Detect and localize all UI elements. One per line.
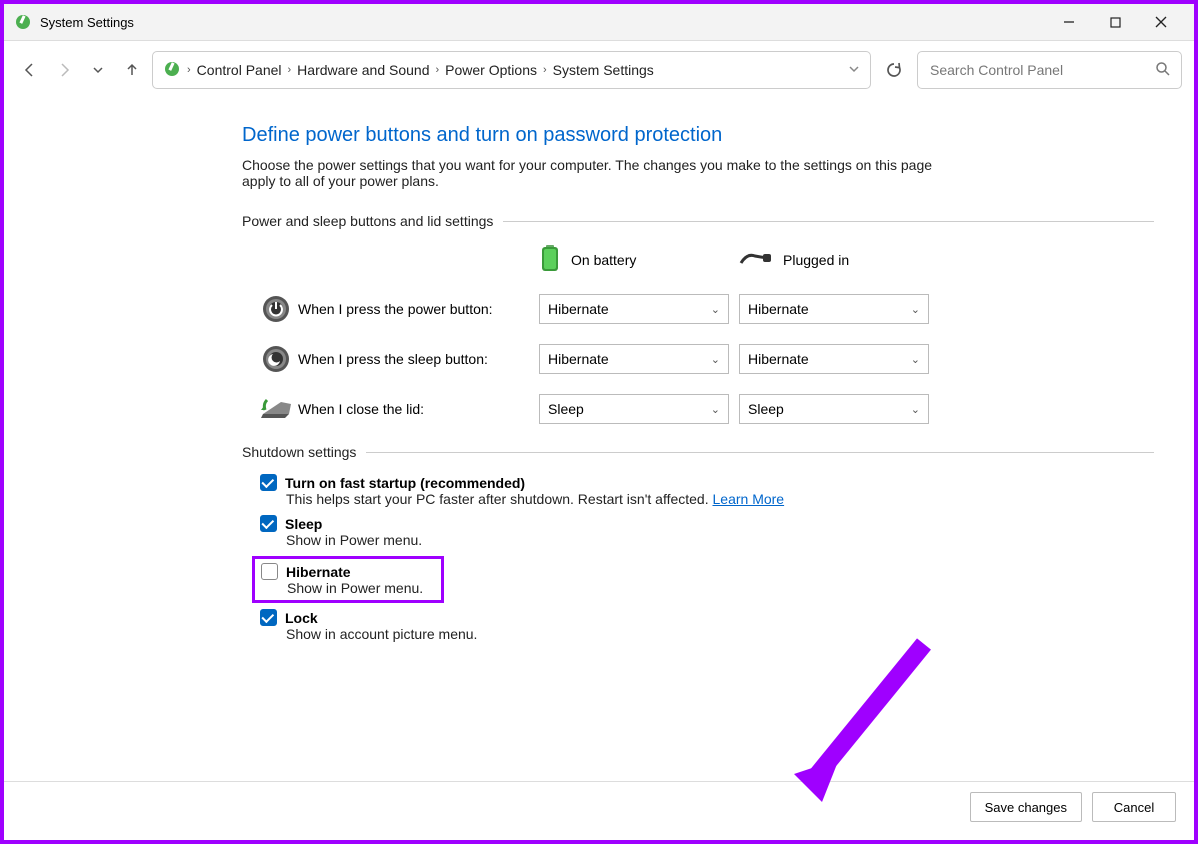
up-button[interactable] <box>118 56 146 84</box>
chevron-down-icon: ⌄ <box>911 303 920 316</box>
breadcrumb-power-options[interactable]: Power Options <box>445 62 537 78</box>
col-plugged-label: Plugged in <box>783 252 849 268</box>
sleep-button-label: When I press the sleep button: <box>298 351 539 367</box>
fast-startup-item: Turn on fast startup (recommended) This … <box>260 474 1154 507</box>
plug-icon <box>739 249 773 270</box>
section-shutdown: Shutdown settings <box>242 444 1154 460</box>
chevron-down-icon: ⌄ <box>711 353 720 366</box>
fast-startup-title: Turn on fast startup (recommended) <box>285 475 525 491</box>
sleep-checkbox[interactable] <box>260 515 277 532</box>
lid-plugged-select[interactable]: Sleep⌄ <box>739 394 929 424</box>
lid-battery-select[interactable]: Sleep⌄ <box>539 394 729 424</box>
window-title: System Settings <box>40 15 1046 30</box>
chevron-down-icon: ⌄ <box>711 303 720 316</box>
maximize-button[interactable] <box>1092 6 1138 38</box>
power-button-plugged-select[interactable]: Hibernate⌄ <box>739 294 929 324</box>
hibernate-title: Hibernate <box>286 564 351 580</box>
sleep-title: Sleep <box>285 516 322 532</box>
sleep-item: Sleep Show in Power menu. <box>260 515 1154 548</box>
breadcrumb-control-panel[interactable]: Control Panel <box>197 62 282 78</box>
chevron-down-icon: ⌄ <box>911 403 920 416</box>
hibernate-item: Hibernate Show in Power menu. <box>261 563 435 596</box>
search-box[interactable] <box>917 51 1182 89</box>
address-dropdown[interactable] <box>848 62 860 78</box>
save-changes-button[interactable]: Save changes <box>970 792 1082 822</box>
chevron-down-icon: ⌄ <box>911 353 920 366</box>
breadcrumb-separator: › <box>435 64 439 76</box>
section-shutdown-label: Shutdown settings <box>242 444 356 460</box>
fast-startup-checkbox[interactable] <box>260 474 277 491</box>
power-button-battery-select[interactable]: Hibernate⌄ <box>539 294 729 324</box>
minimize-button[interactable] <box>1046 6 1092 38</box>
search-icon <box>1155 61 1171 80</box>
section-power-lid-label: Power and sleep buttons and lid settings <box>242 213 493 229</box>
lid-icon <box>254 396 298 422</box>
forward-button[interactable] <box>50 56 78 84</box>
sleep-button-icon <box>254 344 298 374</box>
content-area: Define power buttons and turn on passwor… <box>4 99 1194 660</box>
hibernate-desc: Show in Power menu. <box>287 580 435 596</box>
col-battery-label: On battery <box>571 252 636 268</box>
breadcrumb-system-settings[interactable]: System Settings <box>553 62 654 78</box>
hibernate-checkbox[interactable] <box>261 563 278 580</box>
power-button-label: When I press the power button: <box>298 301 539 317</box>
search-input[interactable] <box>928 61 1149 79</box>
learn-more-link[interactable]: Learn More <box>713 491 785 507</box>
app-icon <box>14 13 32 31</box>
sleep-button-plugged-select[interactable]: Hibernate⌄ <box>739 344 929 374</box>
breadcrumb-separator: › <box>288 64 292 76</box>
address-bar[interactable]: › Control Panel › Hardware and Sound › P… <box>152 51 871 89</box>
titlebar: System Settings <box>4 4 1194 41</box>
cancel-button[interactable]: Cancel <box>1092 792 1176 822</box>
location-icon <box>163 60 181 81</box>
lid-label: When I close the lid: <box>298 401 539 417</box>
lock-title: Lock <box>285 610 318 626</box>
hibernate-highlight: Hibernate Show in Power menu. <box>252 556 444 603</box>
breadcrumb-separator: › <box>543 64 547 76</box>
lock-checkbox[interactable] <box>260 609 277 626</box>
chevron-down-icon: ⌄ <box>711 403 720 416</box>
refresh-button[interactable] <box>877 53 911 87</box>
fast-startup-desc: This helps start your PC faster after sh… <box>286 491 709 507</box>
back-button[interactable] <box>16 56 44 84</box>
battery-icon <box>539 243 561 276</box>
recent-dropdown[interactable] <box>84 56 112 84</box>
page-title: Define power buttons and turn on passwor… <box>242 124 1154 147</box>
navigation-bar: › Control Panel › Hardware and Sound › P… <box>4 41 1194 99</box>
lock-desc: Show in account picture menu. <box>286 626 1154 642</box>
page-description: Choose the power settings that you want … <box>242 157 952 189</box>
lock-item: Lock Show in account picture menu. <box>260 609 1154 642</box>
sleep-button-battery-select[interactable]: Hibernate⌄ <box>539 344 729 374</box>
breadcrumb-hardware-sound[interactable]: Hardware and Sound <box>297 62 429 78</box>
power-button-icon <box>254 294 298 324</box>
section-power-lid: Power and sleep buttons and lid settings <box>242 213 1154 229</box>
footer: Save changes Cancel <box>4 781 1194 832</box>
breadcrumb-separator: › <box>187 64 191 76</box>
close-button[interactable] <box>1138 6 1184 38</box>
sleep-desc: Show in Power menu. <box>286 532 1154 548</box>
